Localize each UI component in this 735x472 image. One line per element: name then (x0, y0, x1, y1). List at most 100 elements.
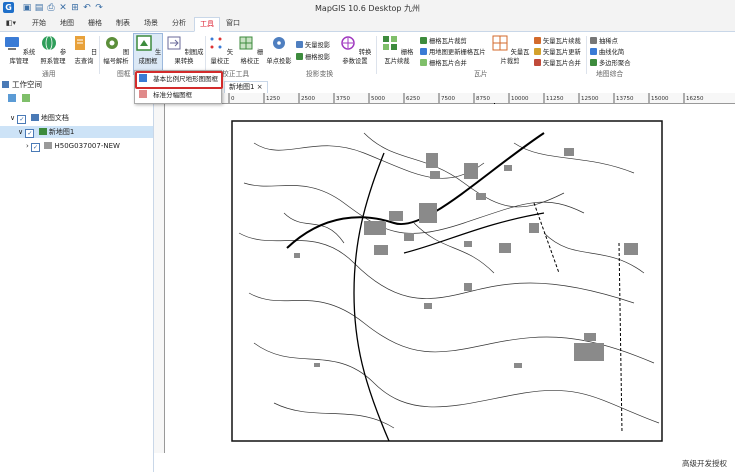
workspace-icon (2, 81, 9, 88)
log-query-button[interactable]: 日志查询 (70, 34, 98, 65)
checkbox[interactable]: ✓ (31, 143, 41, 152)
single-point-projection-label: 单点投影 (266, 58, 292, 65)
vector-correct-button[interactable]: 矢量校正 (206, 34, 234, 65)
globe-icon (41, 35, 56, 51)
ruler-label: 3750 (336, 96, 350, 102)
map-canvas[interactable] (164, 103, 734, 453)
vector-projection-button[interactable]: 矢量投影 (296, 40, 330, 49)
group-general-label: 通用 (42, 70, 56, 78)
vector-correct-icon (210, 37, 222, 49)
raster-tile-crop-label: 栅格瓦片裁剪 (429, 38, 467, 45)
vector-tile-continue-icon (534, 37, 541, 44)
frame-icon (136, 35, 152, 51)
tab-tools[interactable]: 工具 (194, 17, 220, 32)
ruler-label: 7500 (441, 96, 455, 102)
vector-tile-continue-label: 矢量瓦片续裁 (543, 38, 581, 45)
tile-crop-icon (420, 37, 427, 44)
thin-points-button[interactable]: 抽稀点 (590, 36, 618, 45)
menu-item-label: 标准分幅图框 (153, 91, 193, 99)
checkbox[interactable]: ✓ (25, 129, 35, 138)
ruler-label: 6250 (406, 96, 420, 102)
ruler-label: 15000 (651, 96, 669, 102)
expand-icon[interactable]: ∨ (18, 128, 23, 136)
convert-icon (167, 36, 181, 50)
ruler-label: 13750 (616, 96, 634, 102)
divider (376, 36, 377, 74)
menu-item-standard-sheet-frame[interactable]: 标准分幅图框 (139, 89, 192, 101)
system-library-button[interactable]: 系统库管理 (2, 34, 36, 65)
ribbon-tabs: ◧▾ 开始 地图 栅格 制表 场景 分析 工具 窗口 (0, 16, 735, 32)
log-icon (74, 36, 85, 50)
point-projection-icon (273, 37, 285, 49)
batch-convert-button[interactable]: 制图成果转换 (164, 34, 204, 65)
tab-analysis[interactable]: 分析 (168, 17, 190, 30)
layer-icon (44, 142, 53, 149)
sheet-number-button[interactable]: 图幅号解析 (100, 34, 132, 65)
raster-projection-button[interactable]: 栅格投影 (296, 52, 330, 61)
vector-tile-update-label: 矢量瓦片更新 (543, 49, 581, 56)
use-map-update-button[interactable]: 用地图更新栅格瓦片 (420, 47, 486, 56)
raster-tile-merge-label: 栅格瓦片合并 (429, 60, 467, 67)
vector-projection-icon (296, 41, 303, 48)
tile-icon (382, 36, 397, 50)
menu-item-label: 基本比例尺地形图图框 (153, 75, 219, 83)
expand-icon[interactable]: ∨ (10, 114, 15, 122)
vector-tile-update-icon (534, 48, 541, 55)
ribbon: 系统库管理 参照系管理 日志查询 图幅号解析 生成图框 制图成果转换 矢量校正 … (0, 32, 735, 79)
raster-correct-icon (239, 36, 253, 50)
tree-item-label: 新地图1 (48, 128, 75, 136)
tree-item-label: 地图文档 (40, 114, 69, 122)
ruler-label: 5000 (371, 96, 385, 102)
generate-frame-button[interactable]: 生成图框 (133, 33, 163, 75)
reference-system-button[interactable]: 参照系管理 (37, 34, 69, 65)
vector-tile-merge-button[interactable]: 矢量瓦片合并 (534, 58, 581, 67)
tree-item-layer[interactable]: › ✓ H50G037007-NEW (0, 140, 153, 152)
generate-frame-dropdown: 基本比例尺地形图图框 标准分幅图框 (134, 70, 223, 104)
layer-manage-icon[interactable] (22, 94, 30, 102)
vector-tile-continue-button[interactable]: 矢量瓦片续裁 (534, 36, 581, 45)
document-icon (30, 114, 39, 121)
single-point-projection-button[interactable]: 单点投影 (266, 34, 292, 65)
use-map-update-label: 用地图更新栅格瓦片 (429, 49, 486, 56)
tab-window[interactable]: 窗口 (222, 17, 244, 30)
tree-item-document[interactable]: ∨ ✓ 地图文档 (0, 112, 153, 124)
polygon-merge-button[interactable]: 多边形聚合 (590, 58, 630, 67)
raster-correct-button[interactable]: 栅格校正 (236, 34, 264, 65)
vector-tile-crop-button[interactable]: 矢量瓦片裁剪 (490, 34, 530, 65)
workspace-panel: 工作空间 ∨ ✓ 地图文档 ∨ ✓ 新地图1 › ✓ H50G037007-NE… (0, 78, 154, 472)
polygon-merge-icon (590, 59, 597, 66)
file-menu-icon[interactable]: ◧▾ (4, 17, 18, 30)
tab-layout[interactable]: 制表 (112, 17, 134, 30)
tab-scene[interactable]: 场景 (140, 17, 162, 30)
gear-icon (105, 37, 118, 49)
raster-tile-continue-button[interactable]: 栅格瓦片续裁 (378, 34, 416, 65)
tab-start[interactable]: 开始 (28, 17, 50, 30)
raster-tile-merge-button[interactable]: 栅格瓦片合并 (420, 58, 467, 67)
tree-item-map[interactable]: ∨ ✓ 新地图1 (0, 126, 153, 138)
group-tile-label: 瓦片 (474, 70, 488, 78)
conversion-params-button[interactable]: 转换参数设置 (336, 34, 374, 65)
menu-item-basic-scale-frame[interactable]: 基本比例尺地形图图框 (139, 73, 218, 85)
vector-tile-icon (492, 35, 508, 51)
layer-add-icon[interactable] (8, 94, 16, 102)
tab-raster[interactable]: 栅格 (84, 17, 106, 30)
sheet-frame-icon (139, 90, 147, 98)
vector-tile-update-button[interactable]: 矢量瓦片更新 (534, 47, 581, 56)
map-frame (231, 120, 663, 442)
divider (586, 36, 587, 74)
ruler-label: 12500 (581, 96, 599, 102)
group-frame-label: 图框 (117, 70, 131, 78)
thin-points-icon (590, 37, 597, 44)
raster-projection-label: 栅格投影 (305, 54, 331, 61)
close-icon[interactable]: × (257, 83, 263, 91)
raster-projection-icon (296, 53, 303, 60)
checkbox[interactable]: ✓ (17, 115, 27, 124)
ruler-label: 8750 (476, 96, 490, 102)
vector-tile-merge-label: 矢量瓦片合并 (543, 60, 581, 67)
collapse-icon[interactable]: › (26, 142, 29, 150)
raster-tile-crop-button[interactable]: 栅格瓦片裁剪 (420, 36, 467, 45)
tab-map[interactable]: 地图 (56, 17, 78, 30)
workspace-toolbar (0, 92, 153, 104)
curve-smooth-button[interactable]: 曲线化简 (590, 47, 624, 56)
ruler-label: 2500 (301, 96, 315, 102)
